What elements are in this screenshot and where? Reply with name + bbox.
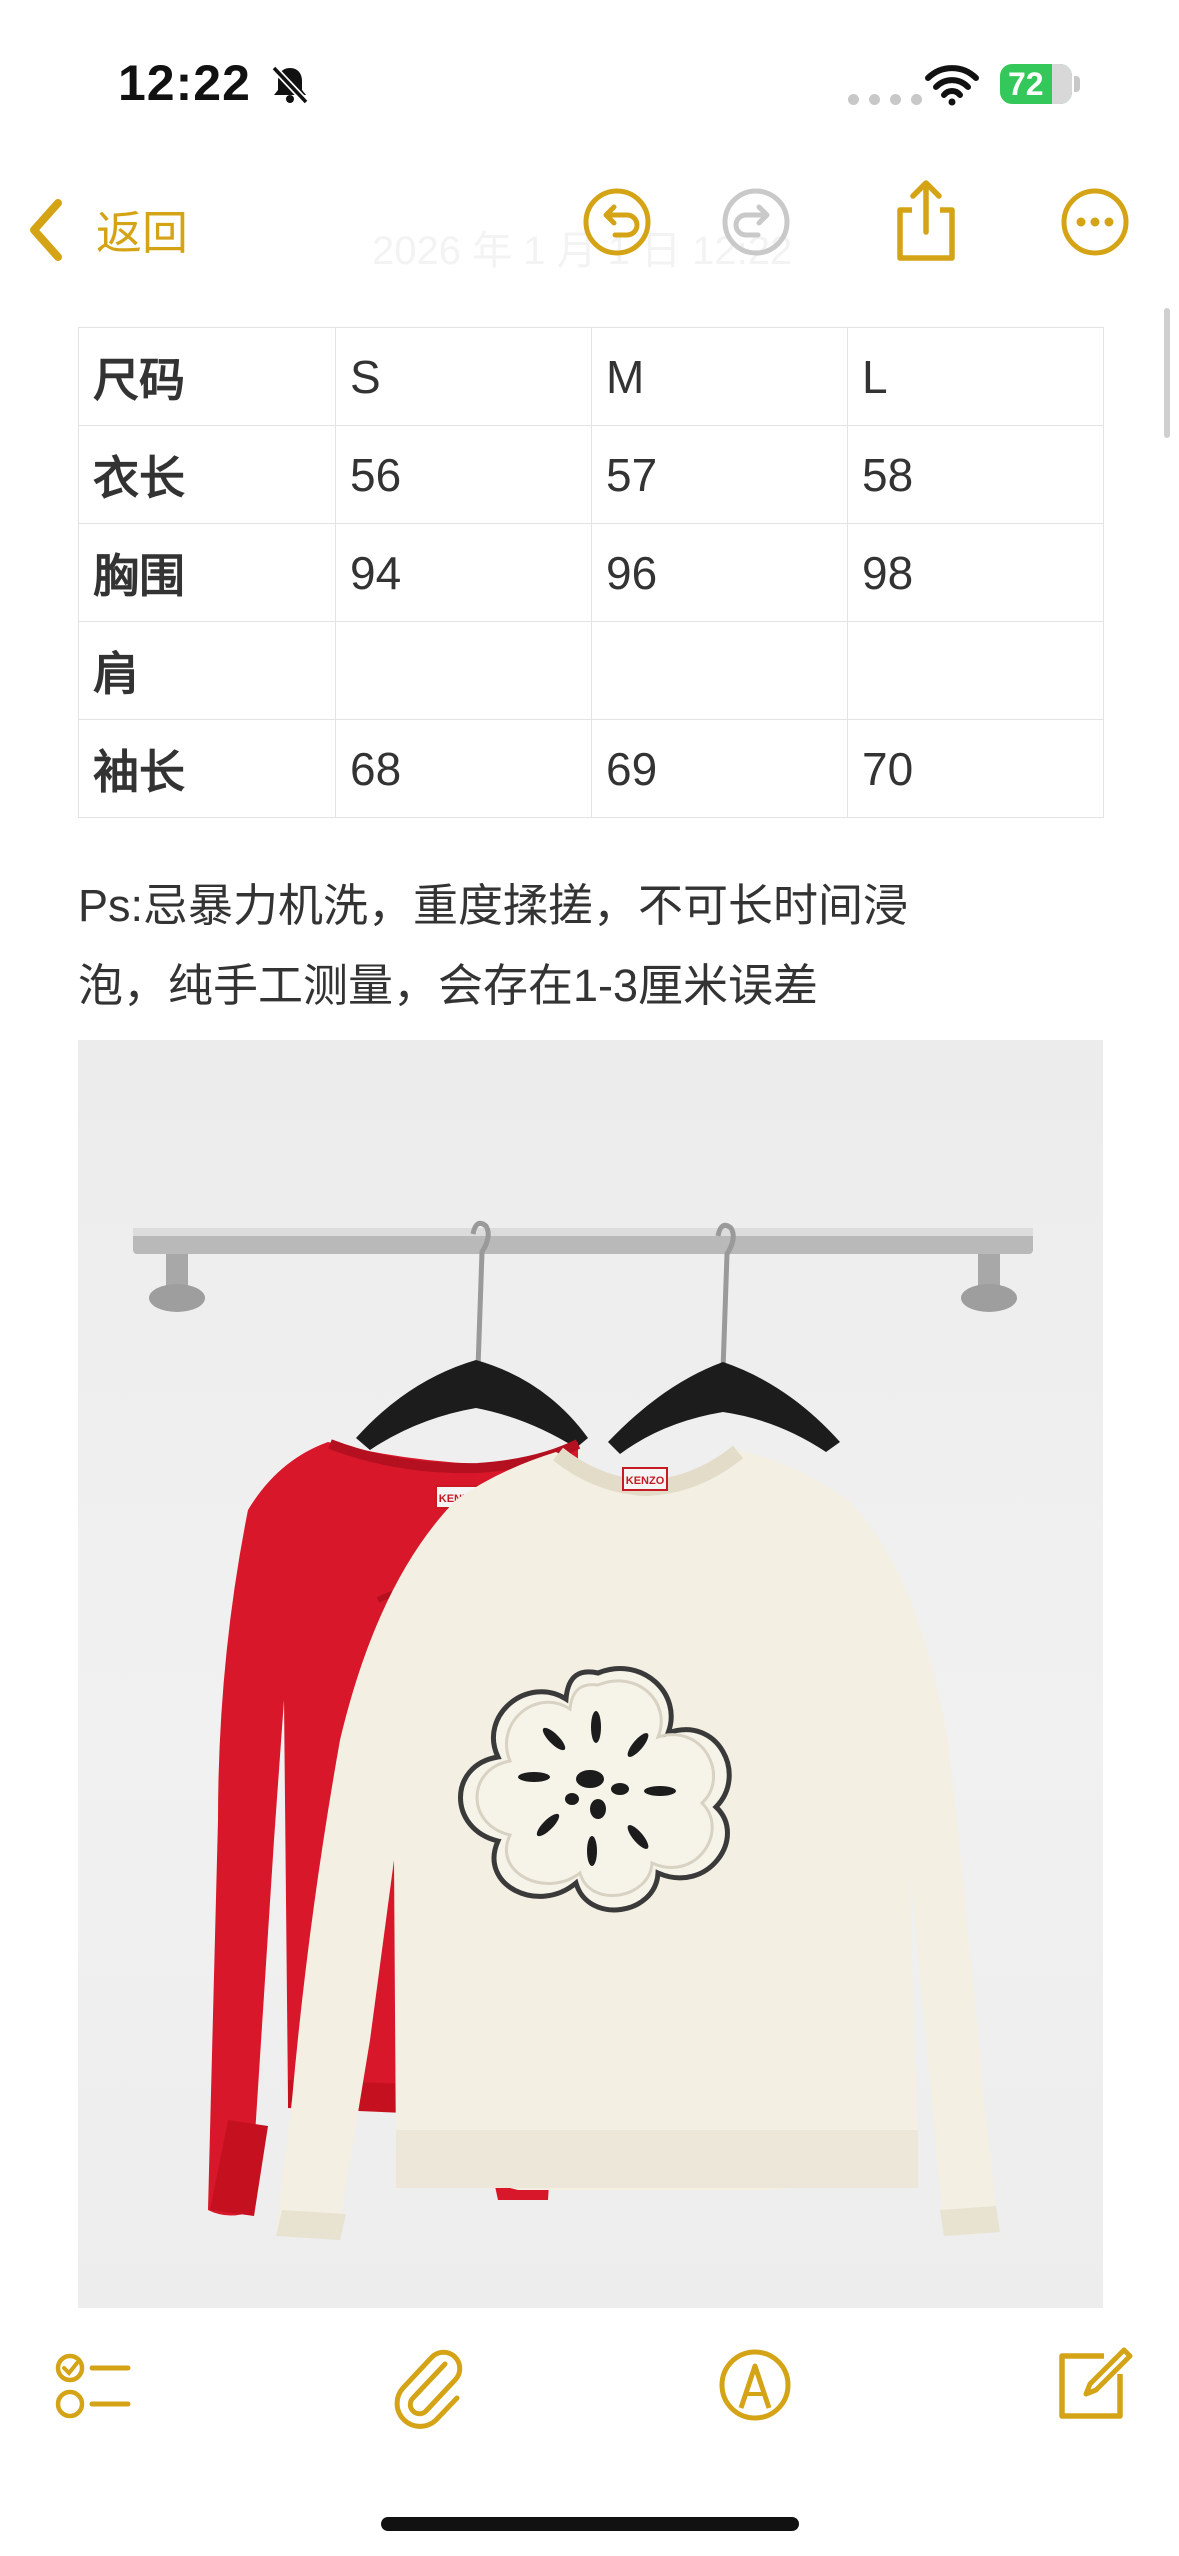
table-cell[interactable]: 96	[591, 523, 848, 622]
compose-icon[interactable]	[1046, 2340, 1136, 2430]
redo-icon[interactable]	[716, 182, 796, 262]
table-cell[interactable]: 58	[847, 425, 1104, 524]
battery-icon: 72	[1000, 64, 1072, 104]
brand-label-right: KENZO	[626, 1475, 665, 1487]
chevron-left-icon	[30, 199, 62, 261]
attachment-icon[interactable]	[383, 2340, 473, 2430]
table-cell[interactable]: 56	[335, 425, 592, 524]
table-cell[interactable]: 胸围	[78, 523, 336, 622]
checklist-icon[interactable]	[46, 2340, 136, 2430]
table-cell[interactable]: 肩	[78, 621, 336, 720]
home-indicator[interactable]	[381, 2517, 799, 2531]
size-table: 尺码 S M L 衣长 56 57 58 胸围 94 96 98 肩 袖长 68…	[78, 327, 1104, 818]
table-cell[interactable]: 袖长	[78, 719, 336, 818]
note-line: 泡，纯手工测量，会存在1-3厘米误差	[78, 960, 819, 1011]
battery-level: 72	[1008, 66, 1044, 102]
table-header-row: 尺码 S M L	[78, 327, 1104, 426]
sweater-photo[interactable]: KENZO KENZO	[78, 1040, 1103, 2308]
table-row: 衣长 56 57 58	[78, 425, 1104, 524]
table-row: 肩	[78, 621, 1104, 720]
table-cell[interactable]: 69	[591, 719, 848, 818]
table-cell[interactable]	[847, 621, 1104, 720]
clothing-rail	[133, 1228, 1033, 1312]
status-time: 12:22	[118, 55, 251, 111]
back-button[interactable]: 返回	[24, 190, 188, 270]
share-icon[interactable]	[886, 176, 966, 266]
table-cell[interactable]: 68	[335, 719, 592, 818]
cellular-signal-icon	[848, 94, 922, 105]
table-cell[interactable]: 衣长	[78, 425, 336, 524]
table-cell[interactable]: 尺码	[78, 327, 336, 426]
more-icon[interactable]	[1055, 182, 1135, 262]
note-line: Ps:忌暴力机洗，重度揉搓，不可长时间浸	[78, 880, 909, 931]
photo-illustration: KENZO KENZO	[133, 1220, 1033, 2240]
table-cell[interactable]: M	[591, 327, 848, 426]
table-cell[interactable]	[335, 621, 592, 720]
bell-slash-icon	[271, 65, 309, 105]
back-label: 返回	[96, 207, 188, 259]
table-cell[interactable]: 98	[847, 523, 1104, 622]
note-body-text[interactable]: Ps:忌暴力机洗，重度揉搓，不可长时间浸 泡，纯手工测量，会存在1-3厘米误差	[78, 866, 1108, 1026]
markup-icon[interactable]	[710, 2340, 800, 2430]
table-cell[interactable]: 70	[847, 719, 1104, 818]
table-cell[interactable]	[591, 621, 848, 720]
table-cell[interactable]: S	[335, 327, 592, 426]
table-cell[interactable]: 57	[591, 425, 848, 524]
wifi-icon	[925, 65, 979, 106]
undo-icon[interactable]	[577, 182, 657, 262]
table-row: 袖长 68 69 70	[78, 719, 1104, 818]
hanger-left	[356, 1220, 588, 1450]
table-cell[interactable]: 94	[335, 523, 592, 622]
table-row: 胸围 94 96 98	[78, 523, 1104, 622]
scroll-indicator[interactable]	[1164, 308, 1170, 438]
table-cell[interactable]: L	[847, 327, 1104, 426]
hanger-right	[608, 1222, 840, 1454]
